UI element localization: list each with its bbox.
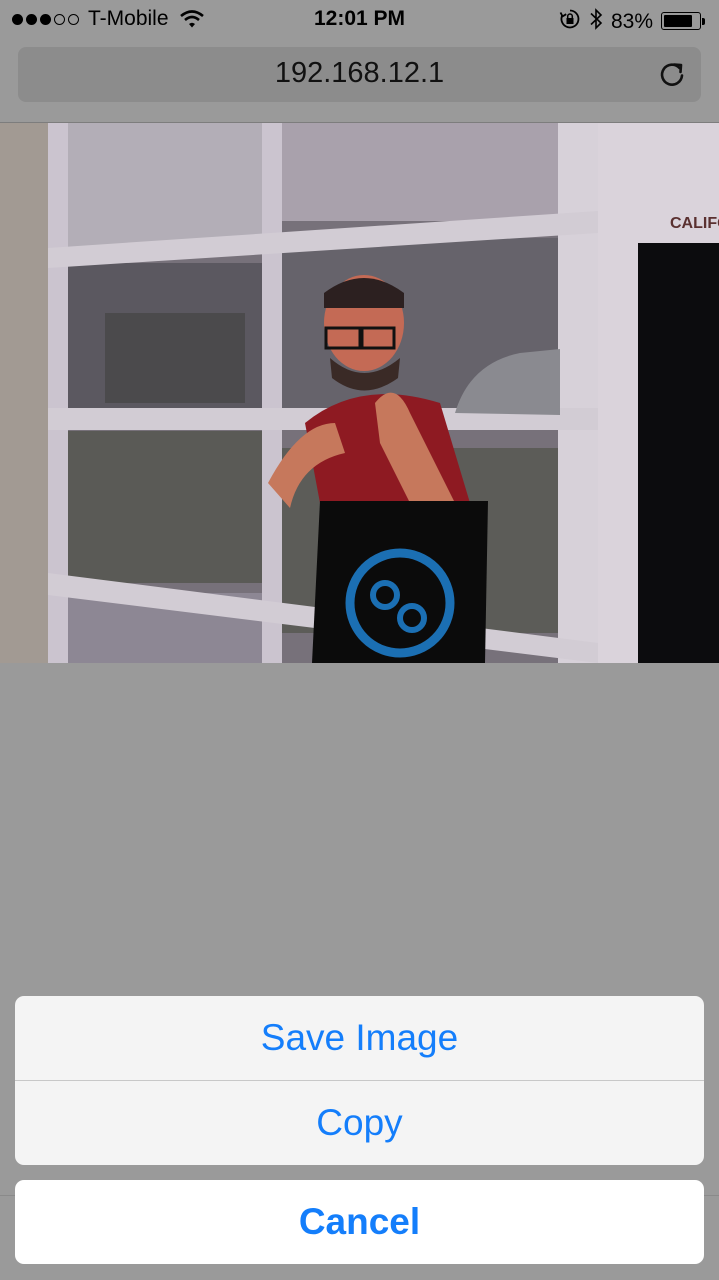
sign-text: CALIFO — [670, 215, 719, 232]
address-bar[interactable]: 192.168.12.1 — [18, 47, 701, 102]
save-image-button[interactable]: Save Image — [15, 996, 704, 1080]
action-sheet: Save Image Copy — [15, 996, 704, 1165]
status-bar: T-Mobile 12:01 PM 83% — [0, 0, 719, 40]
copy-button[interactable]: Copy — [15, 1081, 704, 1165]
bluetooth-icon — [589, 7, 603, 37]
battery-percent: 83% — [610, 10, 653, 33]
battery-fill — [664, 15, 692, 27]
battery-icon — [661, 12, 707, 32]
battery-tip — [702, 18, 705, 25]
url-text[interactable]: 192.168.12.1 — [18, 57, 701, 90]
reload-icon[interactable] — [657, 60, 687, 90]
web-image[interactable]: CALIFO — [0, 123, 719, 663]
orientation-lock-icon — [559, 8, 581, 36]
status-right: 83% — [559, 7, 707, 37]
cancel-button[interactable]: Cancel — [15, 1180, 704, 1264]
